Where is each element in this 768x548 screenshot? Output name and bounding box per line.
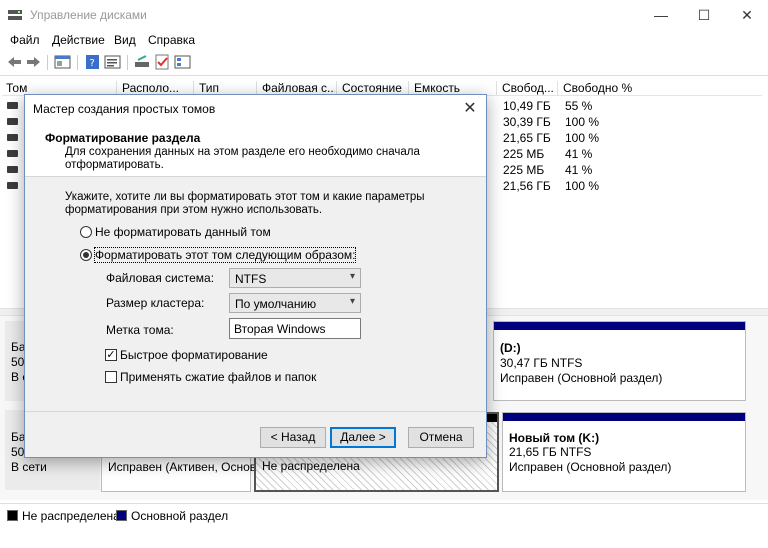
filesystem-value: NTFS bbox=[235, 272, 267, 286]
volume-label-input[interactable]: Вторая Windows bbox=[229, 318, 361, 339]
check-disk-icon[interactable] bbox=[154, 54, 171, 70]
toolbar-separator bbox=[77, 55, 78, 70]
primary-partition-bar bbox=[494, 322, 745, 330]
free-space-cell: 225 МБ bbox=[503, 147, 545, 161]
chevron-down-icon: ▾ bbox=[349, 271, 355, 282]
legend-primary-label: Основной раздел bbox=[131, 509, 229, 523]
volume-label-label: Метка тома: bbox=[106, 323, 174, 337]
toolbar-separator bbox=[47, 55, 48, 70]
back-button[interactable]: < Назад bbox=[260, 427, 326, 448]
free-percent-cell: 55 % bbox=[565, 99, 593, 113]
new-simple-volume-wizard: Мастер создания простых томов ✕ Форматир… bbox=[24, 94, 487, 458]
cluster-size-label: Размер кластера: bbox=[106, 296, 205, 310]
radio-format-volume-label[interactable]: Форматировать этот том следующим образом… bbox=[93, 247, 357, 263]
free-space-cell: 10,49 ГБ bbox=[503, 99, 551, 113]
disk-1-status: В сети bbox=[11, 460, 47, 474]
title-bar: Управление дисками — ☐ ✕ bbox=[0, 0, 768, 30]
free-space-cell: 21,56 ГБ bbox=[503, 179, 551, 193]
partition-k-size: 21,65 ГБ NTFS bbox=[509, 445, 592, 459]
compression-checkbox[interactable] bbox=[105, 371, 117, 383]
view-settings-icon[interactable] bbox=[174, 54, 191, 70]
disk-management-icon bbox=[8, 10, 22, 20]
free-percent-cell: 100 % bbox=[565, 179, 600, 193]
drive-icon bbox=[7, 166, 18, 173]
filesystem-label: Файловая система: bbox=[106, 271, 215, 285]
partition-unallocated-status: Не распределена bbox=[262, 459, 360, 473]
back-arrow-icon[interactable] bbox=[6, 54, 23, 70]
legend-primary-swatch bbox=[116, 510, 127, 521]
quick-format-label[interactable]: Быстрое форматирование bbox=[120, 348, 268, 362]
next-button[interactable]: Далее > bbox=[330, 427, 396, 448]
radio-do-not-format-label[interactable]: Не форматировать данный том bbox=[95, 225, 271, 239]
column-header-filesystem[interactable]: Файловая с... bbox=[256, 81, 335, 95]
radio-format-volume[interactable] bbox=[80, 249, 92, 261]
drive-icon bbox=[7, 102, 18, 109]
maximize-button[interactable]: ☐ bbox=[694, 5, 714, 25]
free-percent-cell: 100 % bbox=[565, 115, 600, 129]
compression-label[interactable]: Применять сжатие файлов и папок bbox=[120, 370, 316, 384]
menu-action[interactable]: Действие bbox=[52, 33, 105, 47]
free-space-cell: 21,65 ГБ bbox=[503, 131, 551, 145]
menu-help[interactable]: Справка bbox=[148, 33, 195, 47]
column-header-volume[interactable]: Том bbox=[6, 81, 111, 95]
free-percent-cell: 41 % bbox=[565, 147, 593, 161]
drive-icon bbox=[7, 134, 18, 141]
column-header-status[interactable]: Состояние bbox=[336, 81, 409, 95]
dialog-title: Мастер создания простых томов bbox=[33, 102, 216, 116]
partition-k[interactable]: Новый том (K:) 21,65 ГБ NTFS Исправен (О… bbox=[502, 412, 746, 492]
step-title: Форматирование раздела bbox=[45, 131, 201, 145]
radio-do-not-format[interactable] bbox=[80, 226, 92, 238]
toolbar-separator bbox=[127, 55, 128, 70]
free-percent-cell: 100 % bbox=[565, 131, 600, 145]
quick-format-checkbox[interactable]: ✓ bbox=[105, 349, 117, 361]
column-header-free-space[interactable]: Свобод... bbox=[496, 81, 556, 95]
dialog-header: Форматирование раздела Для сохранения да… bbox=[25, 123, 486, 177]
free-percent-cell: 41 % bbox=[565, 163, 593, 177]
column-header-type[interactable]: Тип bbox=[193, 81, 255, 95]
partition-k-status: Исправен (Основной раздел) bbox=[509, 460, 672, 474]
menu-file[interactable]: Файл bbox=[10, 33, 40, 47]
column-header-free-percent[interactable]: Свободно % bbox=[557, 81, 647, 95]
partition-k-name: Новый том (K:) bbox=[509, 431, 600, 445]
free-space-cell: 30,39 ГБ bbox=[503, 115, 551, 129]
menu-view[interactable]: Вид bbox=[114, 33, 136, 47]
dialog-title-bar[interactable]: Мастер создания простых томов ✕ bbox=[25, 95, 486, 123]
cluster-size-select[interactable]: По умолчанию ▾ bbox=[229, 293, 361, 313]
properties-icon[interactable] bbox=[104, 54, 121, 70]
drive-icon bbox=[7, 118, 18, 125]
volume-label-value: Вторая Windows bbox=[234, 322, 326, 336]
forward-arrow-icon[interactable] bbox=[25, 54, 42, 70]
console-tree-icon[interactable] bbox=[54, 54, 71, 70]
drive-icon bbox=[7, 150, 18, 157]
partition-d-status: Исправен (Основной раздел) bbox=[500, 371, 663, 385]
step-description: Для сохранения данных на этом разделе ег… bbox=[65, 146, 420, 171]
legend-unallocated-label: Не распределена bbox=[22, 509, 120, 523]
filesystem-select[interactable]: NTFS ▾ bbox=[229, 268, 361, 288]
minimize-button[interactable]: — bbox=[651, 5, 671, 25]
help-icon[interactable]: ? bbox=[84, 54, 101, 70]
menu-bar: Файл Действие Вид Справка bbox=[0, 30, 768, 50]
svg-text:?: ? bbox=[90, 58, 95, 69]
legend: Не распределена Основной раздел bbox=[0, 503, 768, 525]
column-header-capacity[interactable]: Емкость bbox=[408, 81, 498, 95]
toolbar: ? bbox=[0, 50, 768, 76]
free-space-cell: 225 МБ bbox=[503, 163, 545, 177]
format-intro-text: Укажите, хотите ли вы форматировать этот… bbox=[65, 191, 425, 216]
column-header-layout[interactable]: Располо... bbox=[116, 81, 188, 95]
chevron-down-icon: ▾ bbox=[349, 296, 355, 307]
partition-active-status: Исправен (Активен, Основ bbox=[108, 460, 257, 474]
partition-d-name: (D:) bbox=[500, 341, 521, 355]
connect-disk-icon[interactable] bbox=[134, 54, 151, 70]
primary-partition-bar bbox=[503, 413, 745, 421]
cancel-button[interactable]: Отмена bbox=[408, 427, 474, 448]
partition-d-size: 30,47 ГБ NTFS bbox=[500, 356, 583, 370]
legend-unallocated-swatch bbox=[7, 510, 18, 521]
dialog-footer-divider bbox=[25, 411, 486, 412]
window-title: Управление дисками bbox=[30, 8, 147, 22]
cluster-size-value: По умолчанию bbox=[235, 297, 317, 311]
dialog-close-icon[interactable]: ✕ bbox=[460, 99, 480, 119]
drive-icon bbox=[7, 182, 18, 189]
close-window-button[interactable]: ✕ bbox=[737, 5, 757, 25]
partition-d[interactable]: (D:) 30,47 ГБ NTFS Исправен (Основной ра… bbox=[493, 321, 746, 401]
